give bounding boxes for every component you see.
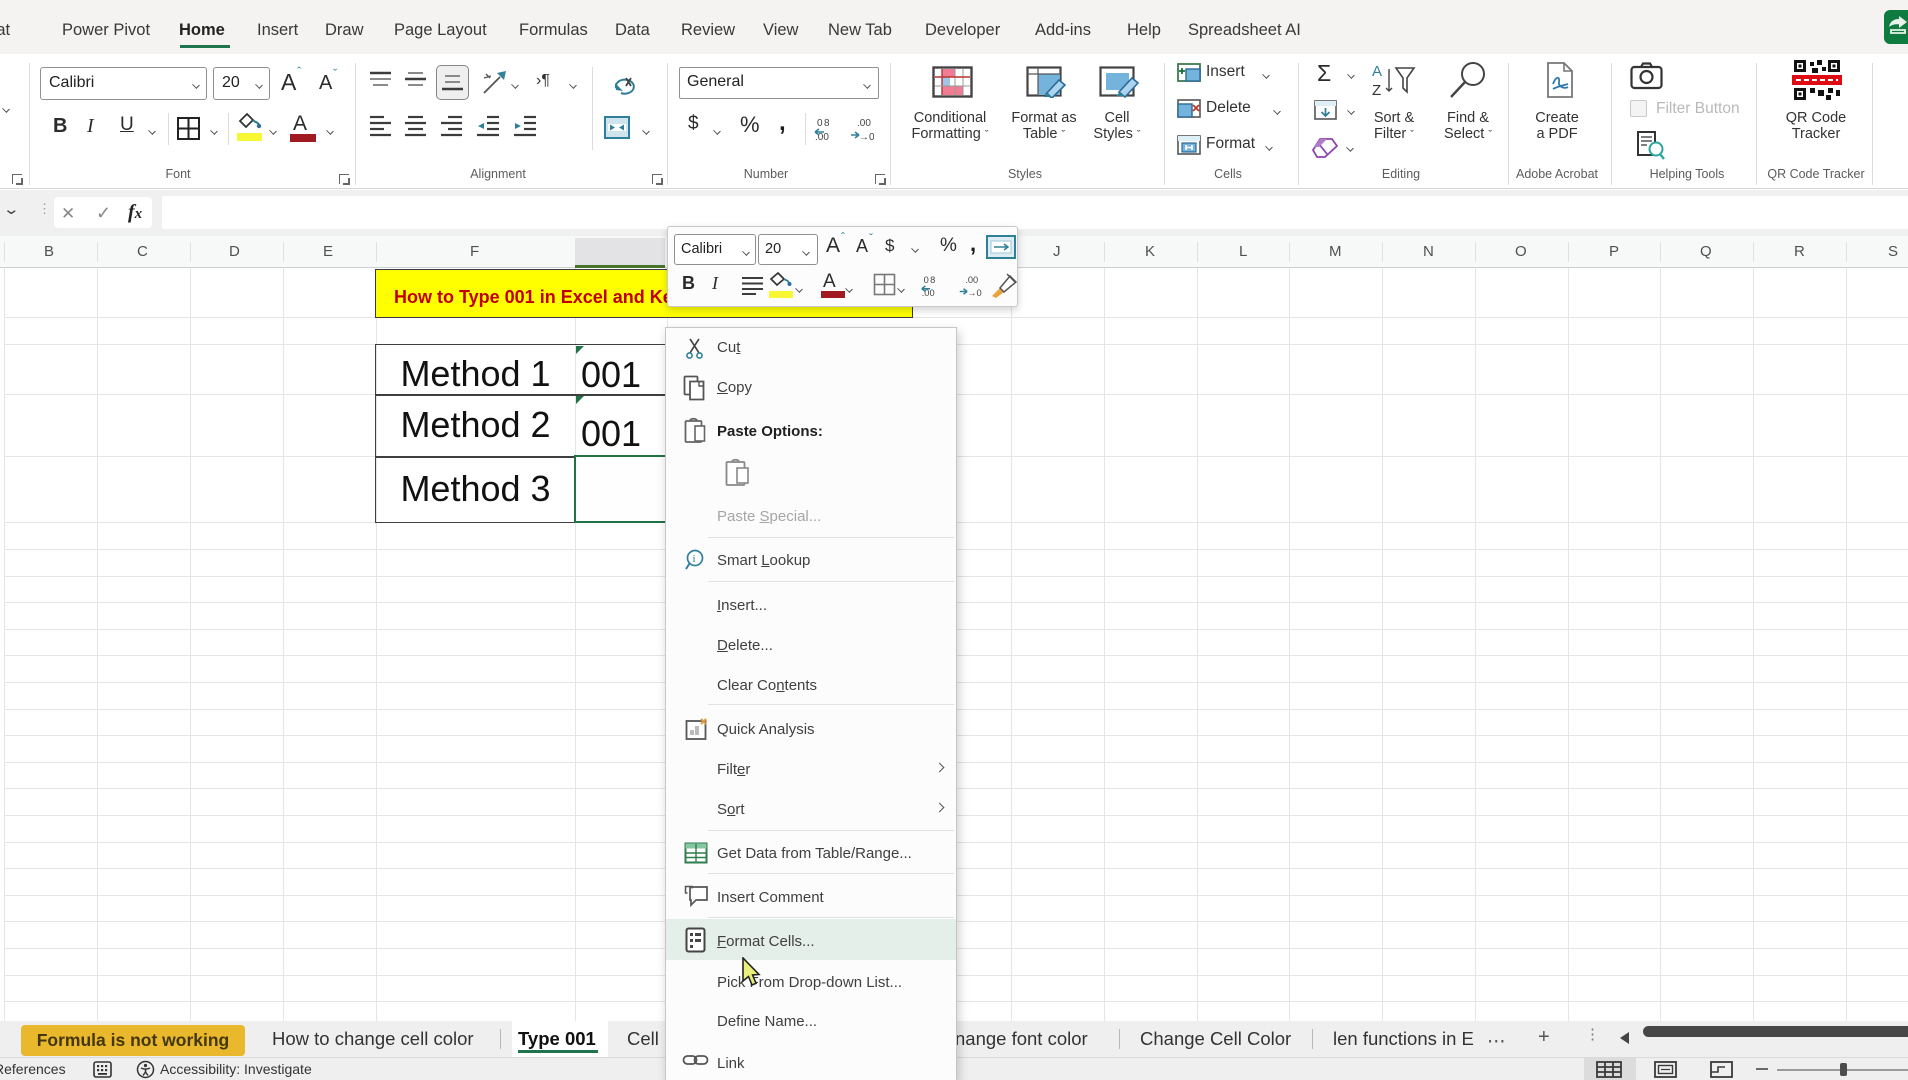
svg-text:0: 0	[817, 118, 823, 129]
svg-text:→0: →0	[859, 132, 874, 142]
svg-text:Z: Z	[1372, 82, 1381, 99]
svg-text:8: 8	[930, 275, 935, 285]
svg-text:→0: →0	[967, 288, 981, 298]
svg-text:A: A	[1372, 63, 1382, 80]
svg-text:.00: .00	[857, 118, 871, 129]
svg-text:8: 8	[824, 118, 830, 129]
svg-text:i: i	[693, 553, 696, 565]
svg-text:0: 0	[924, 275, 929, 285]
svg-text:.00: .00	[965, 275, 978, 285]
